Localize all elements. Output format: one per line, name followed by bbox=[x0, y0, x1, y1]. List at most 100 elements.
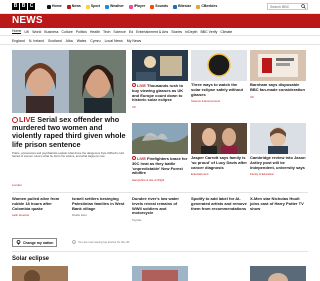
section-culture[interactable]: Culture bbox=[62, 30, 73, 34]
section-entertainment[interactable]: Entertainment & Arts bbox=[136, 30, 168, 34]
story-thumbnail[interactable] bbox=[250, 50, 306, 81]
nav-item-sport[interactable]: Sport bbox=[85, 3, 100, 10]
section-education[interactable]: Ed bbox=[129, 30, 133, 34]
story-tag[interactable]: Entertainment bbox=[191, 172, 247, 176]
story-thumbnail[interactable] bbox=[191, 50, 247, 81]
logo-letter-b2: B bbox=[20, 3, 27, 10]
subsection-alba[interactable]: Alba bbox=[66, 39, 73, 43]
section-world[interactable]: World bbox=[32, 30, 41, 34]
story-tag[interactable]: Tayside bbox=[132, 218, 188, 222]
story-card[interactable]: Three ways to watch the solar eclipse sa… bbox=[191, 50, 247, 103]
live-icon bbox=[12, 116, 18, 123]
section-nav: Home UK World Business Culture Politics … bbox=[0, 28, 320, 36]
cbeebies-icon bbox=[196, 4, 201, 9]
lead-tag[interactable]: London bbox=[12, 183, 22, 187]
nav-item-home[interactable]: Home bbox=[47, 3, 62, 10]
section-climate[interactable]: Climate bbox=[220, 30, 232, 34]
lead-headline[interactable]: LIVE Serial sex offender who murdered tw… bbox=[12, 115, 126, 149]
story-headline: Women pulled alive from rubble 18 hours … bbox=[12, 196, 60, 211]
story-tag[interactable]: UK bbox=[132, 105, 188, 109]
list-story[interactable]: Women pulled alive from rubble 18 hours … bbox=[12, 196, 68, 217]
story-tag[interactable]: Middle East bbox=[72, 213, 128, 217]
nav-item-weather[interactable]: Weather bbox=[105, 3, 124, 10]
nation-notice: You are now seeing top stories for the U… bbox=[72, 240, 130, 244]
weather-icon bbox=[105, 4, 110, 9]
story-headline-text: Jasper Carrott says family is 'so proud'… bbox=[191, 155, 247, 170]
section-heading-solar-eclipse[interactable]: Solar eclipse bbox=[12, 256, 49, 262]
nav-item-cbeebies[interactable]: CBeebies bbox=[196, 3, 217, 10]
story-card[interactable]: Jasper Carrott says family is 'so proud'… bbox=[191, 123, 247, 176]
list-story[interactable]: X-Men star Nicholas Hoult joins cast of … bbox=[250, 196, 306, 213]
change-nation-button[interactable]: Change my nation bbox=[12, 238, 58, 247]
subsection-england[interactable]: England bbox=[12, 39, 25, 43]
nav-item-sounds[interactable]: Sounds bbox=[150, 3, 168, 10]
section-verify[interactable]: BBC Verify bbox=[200, 30, 217, 34]
story-headline: Cambridge review into Jason Astley post … bbox=[250, 155, 306, 170]
list-story[interactable]: Israeli settlers besieging Palestinian f… bbox=[72, 196, 128, 217]
story-tag[interactable]: Hampshire & Isle of Wight bbox=[132, 178, 188, 182]
news-banner: NEWS bbox=[0, 14, 320, 28]
story-headline: Three ways to watch the solar eclipse sa… bbox=[191, 82, 247, 97]
nav-label: Sounds bbox=[155, 4, 169, 8]
section-stories[interactable]: Stories bbox=[171, 30, 182, 34]
global-nav: Home News Sport Weather iPlayer Sounds B… bbox=[47, 3, 217, 10]
story-headline-text: Cambridge review into Jason Astley post … bbox=[250, 155, 306, 170]
section-story-thumbnail[interactable] bbox=[12, 266, 68, 281]
lead-summary: Police, prosecutors and psychiatrists ex… bbox=[12, 150, 124, 159]
search-box[interactable] bbox=[267, 3, 308, 10]
section-story-thumbnail[interactable] bbox=[250, 266, 306, 281]
section-health[interactable]: Health bbox=[90, 30, 100, 34]
nav-label: News bbox=[71, 4, 81, 8]
nav-label: Bitesize bbox=[178, 4, 192, 8]
story-card[interactable]: Barnham says disposable BBC fan-made con… bbox=[250, 50, 306, 99]
story-headline: Jasper Carrott says family is 'so proud'… bbox=[191, 155, 247, 170]
nation-notice-text: You are now seeing top stories for the U… bbox=[78, 240, 130, 244]
info-icon bbox=[72, 240, 76, 244]
subsection-scotland[interactable]: Scotland bbox=[48, 39, 62, 43]
nav-item-news[interactable]: News bbox=[66, 3, 81, 10]
section-indepth[interactable]: InDepth bbox=[185, 30, 197, 34]
story-headline-text: Three ways to watch the solar eclipse sa… bbox=[191, 82, 244, 97]
nav-label: CBeebies bbox=[201, 4, 218, 8]
subsection-cymru[interactable]: Cymru bbox=[90, 39, 100, 43]
section-science[interactable]: Science bbox=[113, 30, 125, 34]
lead-story[interactable]: LIVE Serial sex offender who murdered tw… bbox=[12, 115, 126, 159]
search-icon[interactable] bbox=[301, 4, 306, 9]
story-thumbnail[interactable] bbox=[132, 50, 188, 81]
story-headline: Spotify to add label for AI-generated ar… bbox=[191, 196, 247, 211]
story-tag[interactable]: UK bbox=[250, 95, 306, 99]
news-title[interactable]: NEWS bbox=[12, 15, 43, 27]
list-story[interactable]: Dundee river's low water levels reveal r… bbox=[132, 196, 188, 222]
story-thumbnail[interactable] bbox=[250, 123, 306, 154]
section-home[interactable]: Home bbox=[12, 29, 22, 34]
story-thumbnail[interactable] bbox=[191, 123, 247, 154]
section-tech[interactable]: Tech bbox=[103, 30, 110, 34]
subsection-wales[interactable]: Wales bbox=[77, 39, 87, 43]
sport-icon bbox=[85, 4, 90, 9]
logo-letter-b1: B bbox=[12, 3, 19, 10]
search-input[interactable] bbox=[270, 4, 302, 9]
story-card[interactable]: LIVE Firefighters brace for 30C heat as … bbox=[132, 123, 188, 182]
subsection-mynews[interactable]: My News bbox=[127, 39, 141, 43]
bbc-logo[interactable]: B B C bbox=[12, 3, 35, 10]
subsection-ni[interactable]: N. Ireland bbox=[29, 39, 44, 43]
story-card[interactable]: Cambridge review into Jason Astley post … bbox=[250, 123, 306, 176]
nav-item-bitesize[interactable]: Bitesize bbox=[173, 3, 191, 10]
story-tag[interactable]: Family & Education bbox=[250, 172, 306, 176]
story-headline: X-Men star Nicholas Hoult joins cast of … bbox=[250, 196, 304, 211]
story-headline: LIVE Firefighters brace for 30C heat as … bbox=[132, 156, 188, 176]
section-uk[interactable]: UK bbox=[24, 30, 29, 34]
section-story-thumbnail[interactable] bbox=[132, 266, 188, 281]
story-thumbnail[interactable] bbox=[132, 123, 188, 154]
lead-story-image[interactable] bbox=[12, 50, 126, 113]
story-tag[interactable]: Science & Environment bbox=[191, 99, 247, 103]
story-tag[interactable]: Latin America bbox=[12, 213, 68, 217]
nav-item-iplayer[interactable]: iPlayer bbox=[128, 3, 145, 10]
subsection-local[interactable]: Local News bbox=[105, 39, 123, 43]
home-icon bbox=[47, 4, 51, 9]
section-business[interactable]: Business bbox=[44, 30, 58, 34]
story-card[interactable]: LIVE Thousands rush to buy viewing glass… bbox=[132, 50, 188, 109]
list-story[interactable]: Spotify to add label for AI-generated ar… bbox=[191, 196, 247, 213]
logo-letter-c: C bbox=[28, 3, 35, 10]
section-politics[interactable]: Politics bbox=[76, 30, 87, 34]
